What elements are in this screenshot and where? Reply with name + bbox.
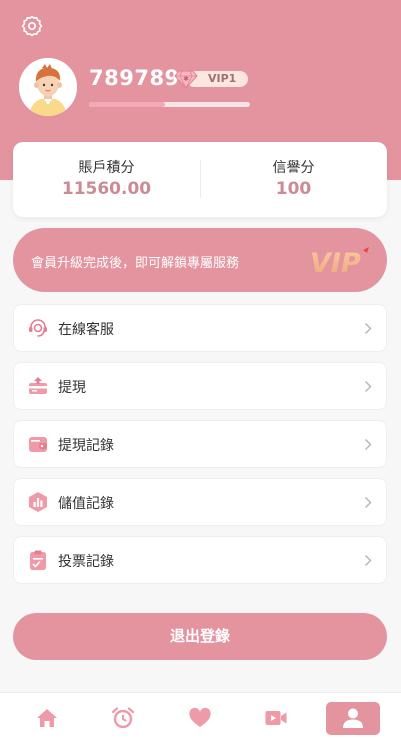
vip-banner-text: 會員升級完成後，即可解鎖專屬服務 (31, 256, 240, 271)
tab-alarm[interactable] (96, 702, 150, 735)
chart-icon (29, 492, 47, 512)
chevron-right-icon (364, 438, 372, 451)
menu-item-deposit-history[interactable]: 儲值記錄 (13, 478, 387, 526)
menu-item-withdraw-history[interactable]: 提現記錄 (13, 420, 387, 468)
menu-label: 投票記錄 (58, 554, 114, 570)
bottom-tab-bar (0, 692, 401, 745)
stat-credit: 信譽分 100 (200, 142, 387, 217)
logout-button[interactable]: 退出登錄 (13, 613, 387, 660)
stats-card: 賬戶積分 11560.00 信譽分 100 (13, 142, 387, 217)
stat-value: 11560.00 (61, 179, 152, 199)
tab-profile[interactable] (326, 702, 380, 735)
diamond-icon: ✱ (174, 70, 198, 89)
vip-level: VIP1 (208, 72, 237, 85)
menu-item-customer-service[interactable]: 在線客服 (13, 304, 387, 352)
vip-logo-text: VIP (310, 248, 361, 278)
vip-progress-fill (89, 102, 165, 107)
clipboard-icon (30, 550, 46, 570)
tab-favorites[interactable] (173, 702, 227, 735)
withdraw-icon (29, 377, 47, 394)
menu-label: 儲值記錄 (58, 496, 114, 512)
alarm-clock-icon (111, 707, 135, 729)
headset-icon (29, 319, 47, 337)
heart-icon (189, 707, 211, 727)
chevron-right-icon (364, 496, 372, 509)
menu-label: 提現記錄 (58, 438, 114, 454)
tab-home[interactable] (20, 702, 74, 735)
menu-item-vote-history[interactable]: 投票記錄 (13, 536, 387, 584)
menu-label: 提現 (58, 380, 86, 396)
stat-value: 100 (275, 179, 312, 199)
chevron-right-icon (364, 554, 372, 567)
vip-upgrade-banner[interactable]: 會員升級完成後，即可解鎖專屬服務 VIP (13, 228, 387, 292)
video-icon (265, 711, 287, 725)
stat-label: 信譽分 (272, 160, 315, 176)
gear-icon[interactable] (20, 14, 44, 38)
vip-progress-bar (89, 102, 250, 107)
home-icon (37, 709, 57, 727)
username: 789789 (89, 66, 180, 90)
avatar-image (19, 58, 77, 116)
svg-text:✱: ✱ (183, 75, 189, 83)
stat-points: 賬戶積分 11560.00 (13, 142, 200, 217)
menu-label: 在線客服 (58, 322, 114, 338)
vip-badge: ✱ VIP1 (174, 69, 248, 89)
chevron-right-icon (364, 380, 372, 393)
vip-logo: VIP (310, 247, 369, 278)
avatar[interactable] (19, 58, 77, 116)
menu-item-withdraw[interactable]: 提現 (13, 362, 387, 410)
wallet-icon (29, 437, 47, 452)
stat-label: 賬戶積分 (78, 160, 135, 176)
user-icon (343, 708, 363, 728)
chevron-right-icon (364, 322, 372, 335)
tab-video[interactable] (249, 702, 303, 735)
